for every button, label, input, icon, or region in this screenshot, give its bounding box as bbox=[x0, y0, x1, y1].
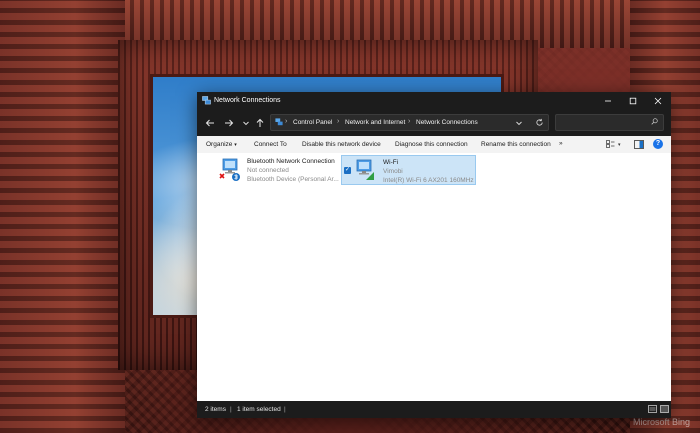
change-view-button[interactable]: ▾ bbox=[606, 140, 624, 150]
breadcrumb-separator-icon: › bbox=[337, 118, 340, 125]
rename-button[interactable]: Rename this connection bbox=[481, 141, 551, 148]
network-connections-icon bbox=[202, 96, 211, 105]
maximize-button[interactable] bbox=[620, 92, 646, 110]
item-count: 2 items bbox=[205, 406, 226, 413]
back-button[interactable] bbox=[202, 115, 218, 131]
connection-device: Bluetooth Device (Personal Ar... bbox=[247, 176, 339, 183]
connection-item-bluetooth[interactable]: Bluetooth Network Connection Not connect… bbox=[216, 155, 346, 185]
breadcrumb-network-and-internet[interactable]: Network and Internet bbox=[345, 119, 405, 126]
address-bar[interactable]: › Control Panel › Network and Internet ›… bbox=[270, 114, 549, 131]
address-history-dropdown[interactable] bbox=[512, 114, 526, 131]
search-icon bbox=[651, 118, 658, 127]
organize-label: Organize bbox=[206, 141, 233, 148]
connection-name: Bluetooth Network Connection bbox=[247, 158, 335, 165]
arrow-right-icon bbox=[225, 119, 234, 127]
diagnose-button[interactable]: Diagnose this connection bbox=[395, 141, 468, 148]
refresh-icon bbox=[535, 118, 543, 126]
disable-device-button[interactable]: Disable this network device bbox=[302, 141, 381, 148]
connection-name: Wi-Fi bbox=[383, 159, 399, 166]
title-bar: Network Connections bbox=[197, 92, 671, 110]
status-separator: | bbox=[230, 406, 232, 413]
minimize-icon bbox=[605, 100, 611, 102]
network-connections-window: Network Connections › Control Panel › Ne… bbox=[197, 92, 671, 418]
breadcrumb-network-connections[interactable]: Network Connections bbox=[416, 119, 478, 126]
connection-status: Not connected bbox=[247, 167, 289, 174]
more-commands-button[interactable]: » bbox=[559, 140, 563, 147]
up-button[interactable] bbox=[252, 115, 268, 131]
connection-status: Vimobi bbox=[383, 168, 403, 175]
chevron-down-icon: ▾ bbox=[234, 142, 237, 148]
breadcrumb-separator-icon: › bbox=[285, 118, 288, 125]
chevron-down-icon: ▾ bbox=[618, 141, 621, 148]
organize-menu[interactable]: Organize ▾ bbox=[206, 141, 237, 148]
arrow-left-icon bbox=[205, 119, 214, 127]
maximize-icon bbox=[629, 97, 637, 105]
tiles-view-icon[interactable] bbox=[660, 405, 669, 413]
command-bar: Organize ▾ Connect To Disable this netwo… bbox=[197, 136, 671, 154]
close-button[interactable] bbox=[645, 92, 671, 110]
bing-watermark: Microsoft Bing bbox=[632, 417, 690, 427]
bluetooth-network-icon bbox=[219, 158, 240, 181]
breadcrumb-separator-icon: › bbox=[408, 118, 411, 125]
selection-count: 1 item selected bbox=[237, 406, 281, 413]
help-icon[interactable]: ? bbox=[653, 139, 663, 149]
status-bar: 2 items | 1 item selected | bbox=[197, 401, 671, 418]
breadcrumb-control-panel[interactable]: Control Panel bbox=[293, 119, 332, 126]
view-options-icon bbox=[606, 140, 615, 148]
chevron-down-icon bbox=[516, 121, 522, 125]
refresh-button[interactable] bbox=[531, 114, 547, 131]
chevron-down-icon bbox=[243, 121, 249, 126]
control-panel-icon bbox=[275, 118, 283, 126]
preview-pane-icon[interactable] bbox=[634, 140, 644, 149]
selection-checkbox[interactable]: ✓ bbox=[344, 167, 351, 174]
details-view-icon[interactable] bbox=[648, 405, 657, 413]
window-title: Network Connections bbox=[214, 97, 281, 104]
search-input[interactable] bbox=[555, 114, 664, 131]
wifi-network-icon bbox=[356, 159, 374, 180]
minimize-button[interactable] bbox=[595, 92, 621, 110]
connect-to-button[interactable]: Connect To bbox=[254, 141, 287, 148]
navigation-bar: › Control Panel › Network and Internet ›… bbox=[197, 110, 671, 136]
close-icon bbox=[654, 97, 662, 105]
connection-item-wifi[interactable]: ✓ Wi-Fi Vimobi Intel(R) Wi-Fi 6 AX201 16… bbox=[341, 155, 476, 185]
forward-button[interactable] bbox=[221, 115, 237, 131]
status-separator: | bbox=[284, 406, 286, 413]
arrow-up-icon bbox=[256, 118, 264, 127]
connections-list: Bluetooth Network Connection Not connect… bbox=[197, 153, 671, 401]
connection-device: Intel(R) Wi-Fi 6 AX201 160MHz bbox=[383, 177, 474, 184]
